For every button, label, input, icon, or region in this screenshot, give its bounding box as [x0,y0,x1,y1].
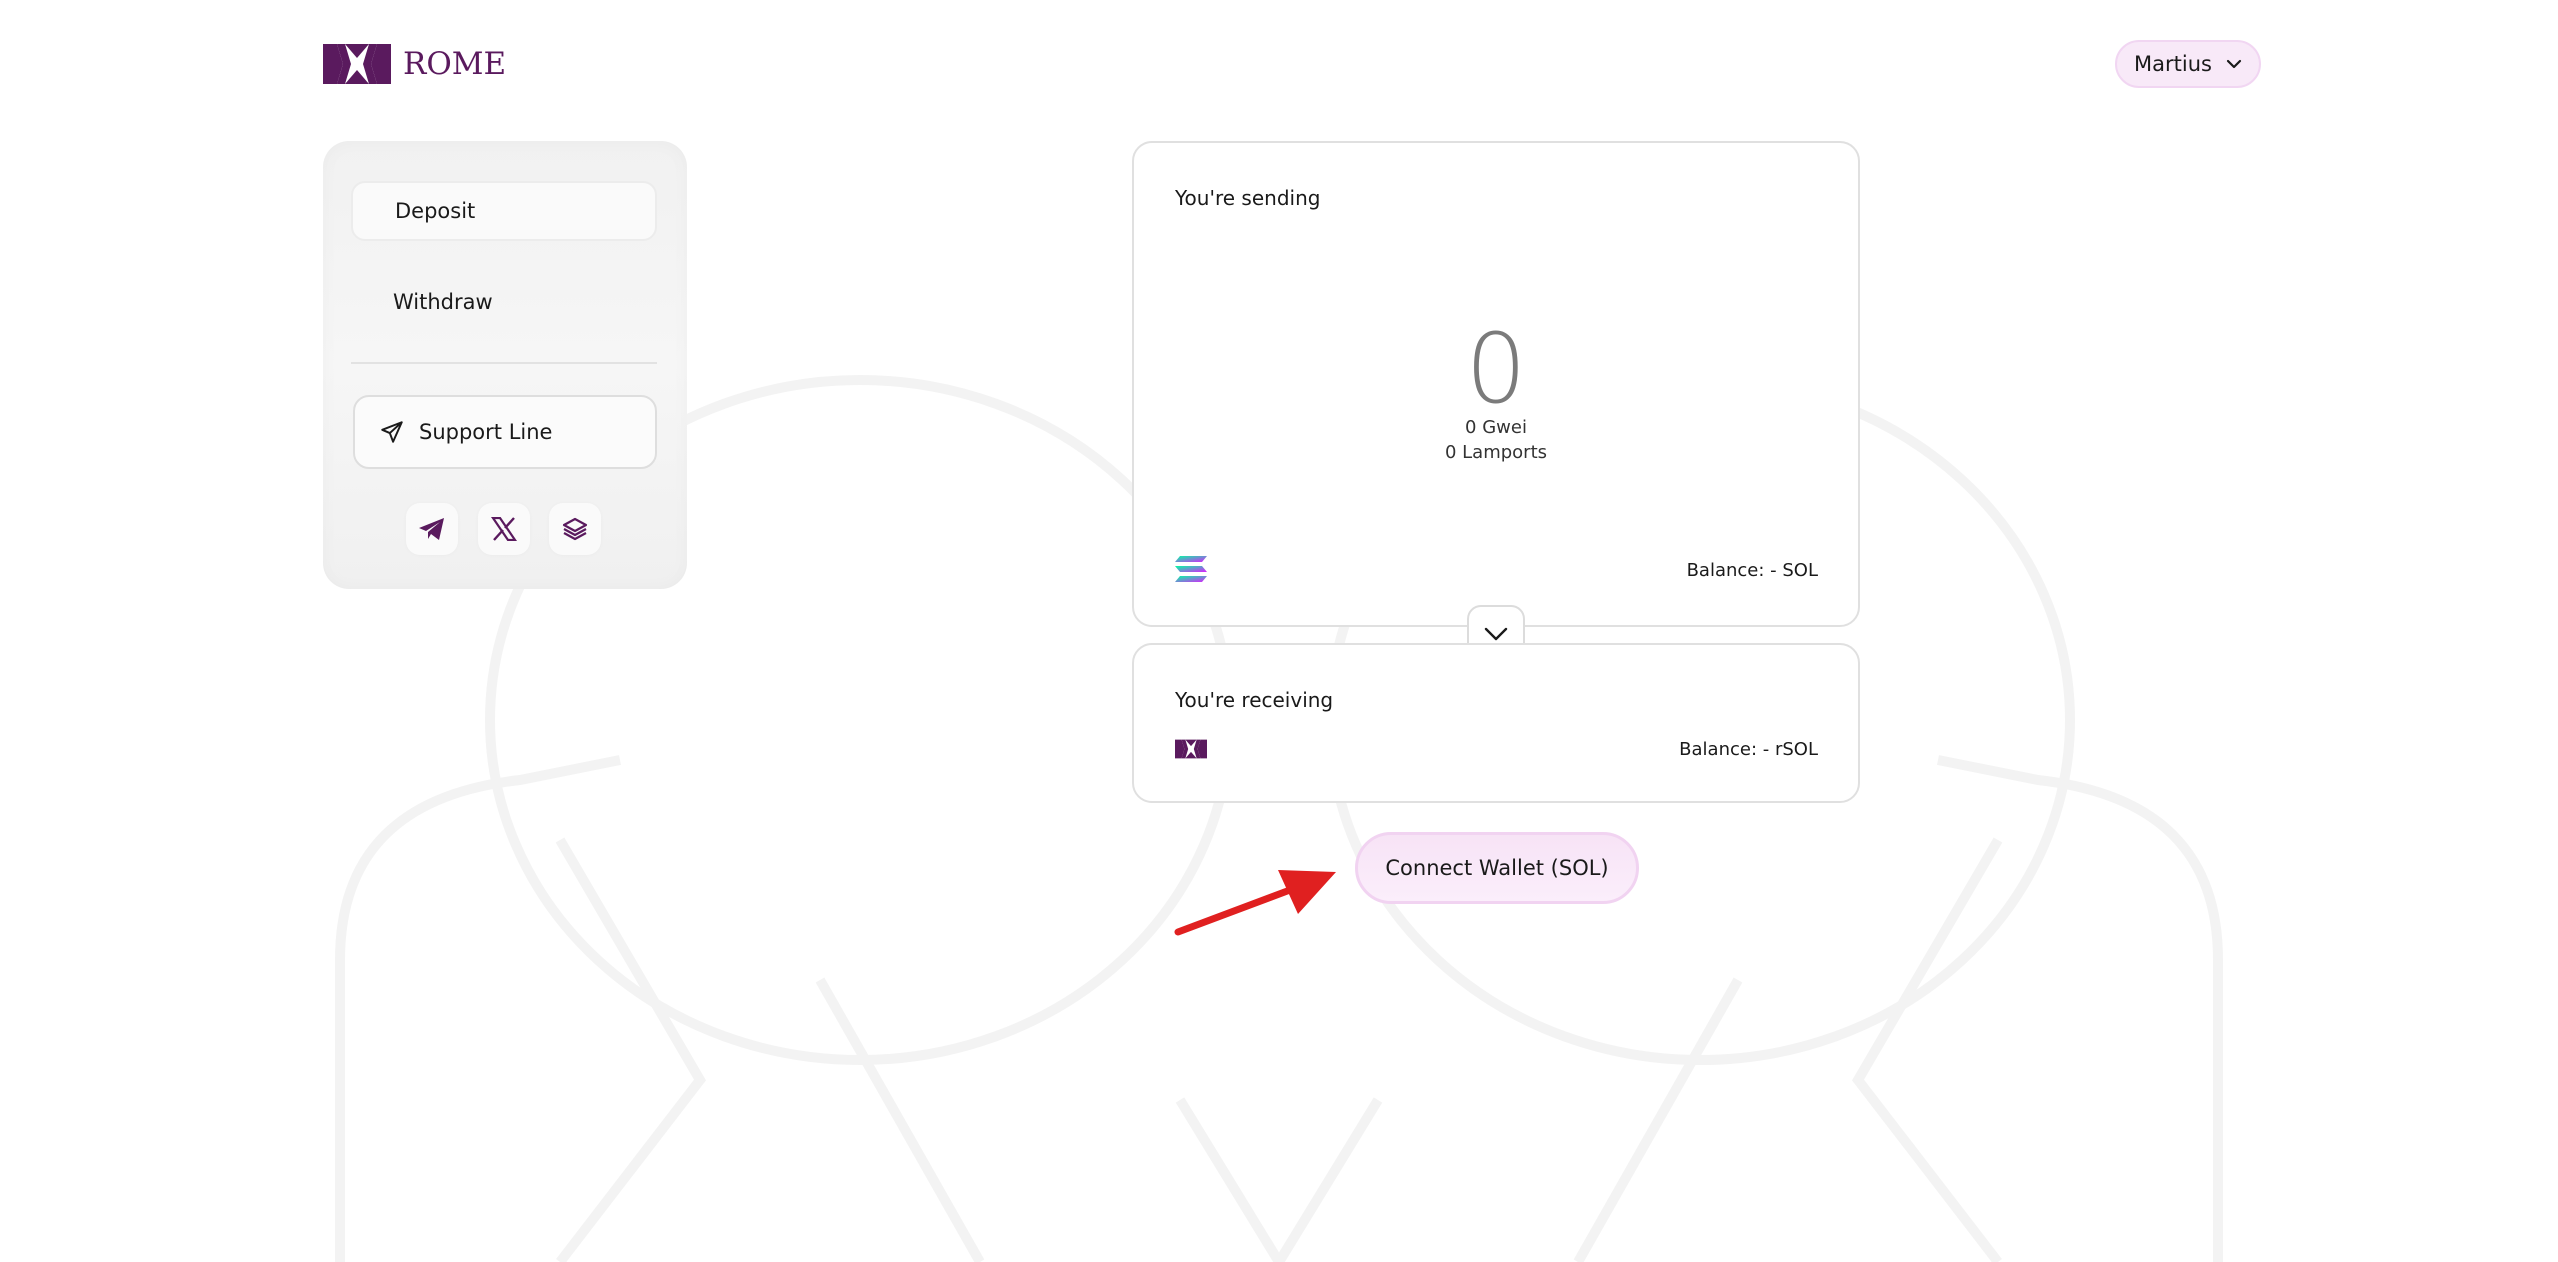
telegram-link[interactable] [406,503,458,555]
docs-link[interactable] [549,503,601,555]
gwei-value: 0 Gwei [1465,417,1527,438]
telegram-icon [419,518,444,540]
brand-logo[interactable]: ROME [323,44,506,84]
connect-wallet-button[interactable]: Connect Wallet (SOL) [1355,832,1639,904]
brand-name: ROME [403,46,507,82]
paper-plane-icon [381,421,403,443]
x-icon [491,517,517,541]
support-line-button[interactable]: Support Line [353,395,657,469]
sidebar-item-label: Withdraw [393,290,493,314]
receive-balance: Balance: - rSOL [1679,739,1818,760]
send-balance: Balance: - SOL [1686,560,1818,581]
sidebar-item-label: Deposit [395,199,476,223]
x-link[interactable] [478,503,530,555]
sidebar: Deposit Withdraw Support Line [323,141,687,589]
chevron-down-icon [1484,627,1508,641]
rome-logo-icon [323,44,391,84]
sending-card: You're sending 0 0 Gwei 0 Lamports Balan… [1132,141,1860,627]
receiving-label: You're receiving [1175,688,1334,712]
receiving-card: You're receiving Balance: - rSOL [1132,643,1860,803]
chevron-down-icon [2226,59,2242,69]
account-dropdown[interactable]: Martius [2115,40,2261,88]
account-name: Martius [2134,52,2212,76]
docs-stack-icon [562,517,588,541]
lamports-value: 0 Lamports [1444,442,1548,463]
support-line-label: Support Line [419,420,553,444]
rome-token-icon[interactable] [1175,739,1207,759]
sidebar-divider [351,362,657,364]
send-amount-input[interactable]: 0 [1134,313,1858,425]
annotation-arrow-icon [1174,870,1336,936]
sidebar-item-deposit[interactable]: Deposit [351,181,657,241]
sidebar-item-withdraw[interactable]: Withdraw [351,272,657,332]
solana-icon[interactable] [1175,556,1207,582]
connect-wallet-label: Connect Wallet (SOL) [1385,856,1609,880]
sending-label: You're sending [1175,186,1321,210]
